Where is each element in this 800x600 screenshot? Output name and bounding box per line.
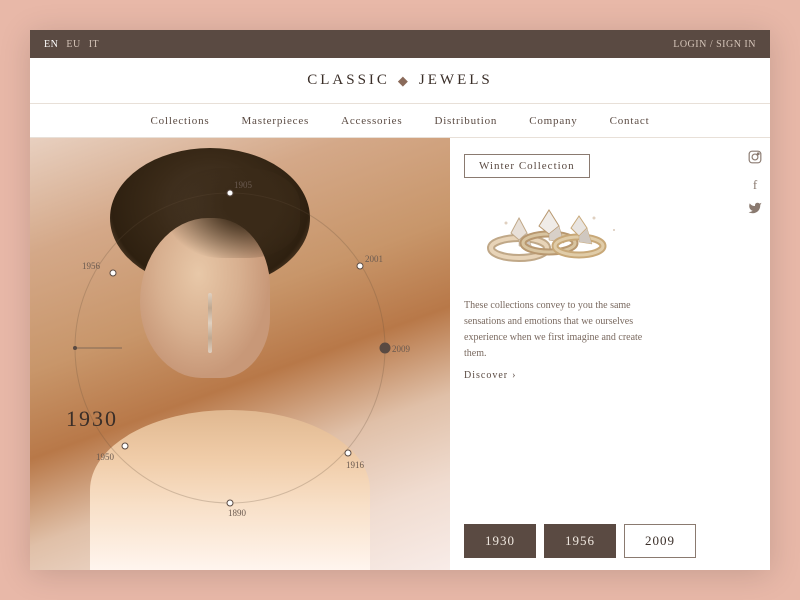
- year-btn-2009[interactable]: 2009: [624, 524, 696, 558]
- brand-name-right: JEWELS: [419, 72, 493, 89]
- nav-accessories[interactable]: Accessories: [341, 115, 402, 127]
- timeline-circle-container: 1905 1956 2001 2009 1950: [30, 138, 450, 570]
- main-nav: Collections Masterpieces Accessories Dis…: [30, 104, 770, 138]
- brand-title: CLASSIC ◆ JEWELS: [307, 72, 493, 89]
- instagram-icon[interactable]: [748, 150, 762, 168]
- svg-text:1956: 1956: [82, 261, 101, 271]
- svg-text:2001: 2001: [365, 254, 383, 264]
- svg-text:2009: 2009: [392, 344, 411, 354]
- discover-label: Discover: [464, 370, 508, 381]
- nav-company[interactable]: Company: [529, 115, 577, 127]
- timeline-svg: 1905 1956 2001 2009 1950: [30, 138, 450, 570]
- nav-contact[interactable]: Contact: [610, 115, 650, 127]
- lang-en[interactable]: EN: [44, 39, 58, 50]
- brand-name-left: CLASSIC: [307, 72, 390, 89]
- rings-svg: [464, 188, 634, 288]
- right-area: f Winter Collection: [450, 138, 770, 570]
- arrow-icon: ›: [512, 370, 516, 381]
- svg-text:1890: 1890: [228, 508, 247, 518]
- header: CLASSIC ◆ JEWELS: [30, 58, 770, 104]
- lang-eu[interactable]: EU: [66, 39, 80, 50]
- year-btn-1956[interactable]: 1956: [544, 524, 616, 558]
- description-text: These collections convey to you the same…: [464, 298, 664, 362]
- diamond-icon: ◆: [398, 73, 411, 89]
- discover-link[interactable]: Discover ›: [464, 370, 752, 381]
- year-buttons: 1930 1956 2009: [464, 524, 752, 558]
- nav-distribution[interactable]: Distribution: [434, 115, 497, 127]
- nav-masterpieces[interactable]: Masterpieces: [241, 115, 309, 127]
- rings-image: [464, 188, 634, 288]
- left-area: 1905 1956 2001 2009 1950: [30, 138, 450, 570]
- nav-collections[interactable]: Collections: [151, 115, 210, 127]
- svg-text:1916: 1916: [346, 460, 365, 470]
- main-content: Newsletter: [30, 138, 770, 570]
- main-window: EN EU IT LOGIN / SIGN IN CLASSIC ◆ JEWEL…: [30, 30, 770, 570]
- twitter-icon[interactable]: [748, 201, 762, 219]
- social-icons: f: [748, 150, 762, 219]
- language-group: EN EU IT: [44, 39, 99, 50]
- lang-it[interactable]: IT: [89, 39, 99, 50]
- svg-text:1905: 1905: [234, 180, 253, 190]
- year-btn-1930[interactable]: 1930: [464, 524, 536, 558]
- year-1930-label: 1930: [66, 406, 118, 432]
- facebook-icon[interactable]: f: [748, 178, 762, 191]
- top-bar: EN EU IT LOGIN / SIGN IN: [30, 30, 770, 58]
- collection-badge: Winter Collection: [464, 154, 590, 178]
- login-button[interactable]: LOGIN / SIGN IN: [673, 39, 756, 50]
- svg-text:1950: 1950: [96, 452, 115, 462]
